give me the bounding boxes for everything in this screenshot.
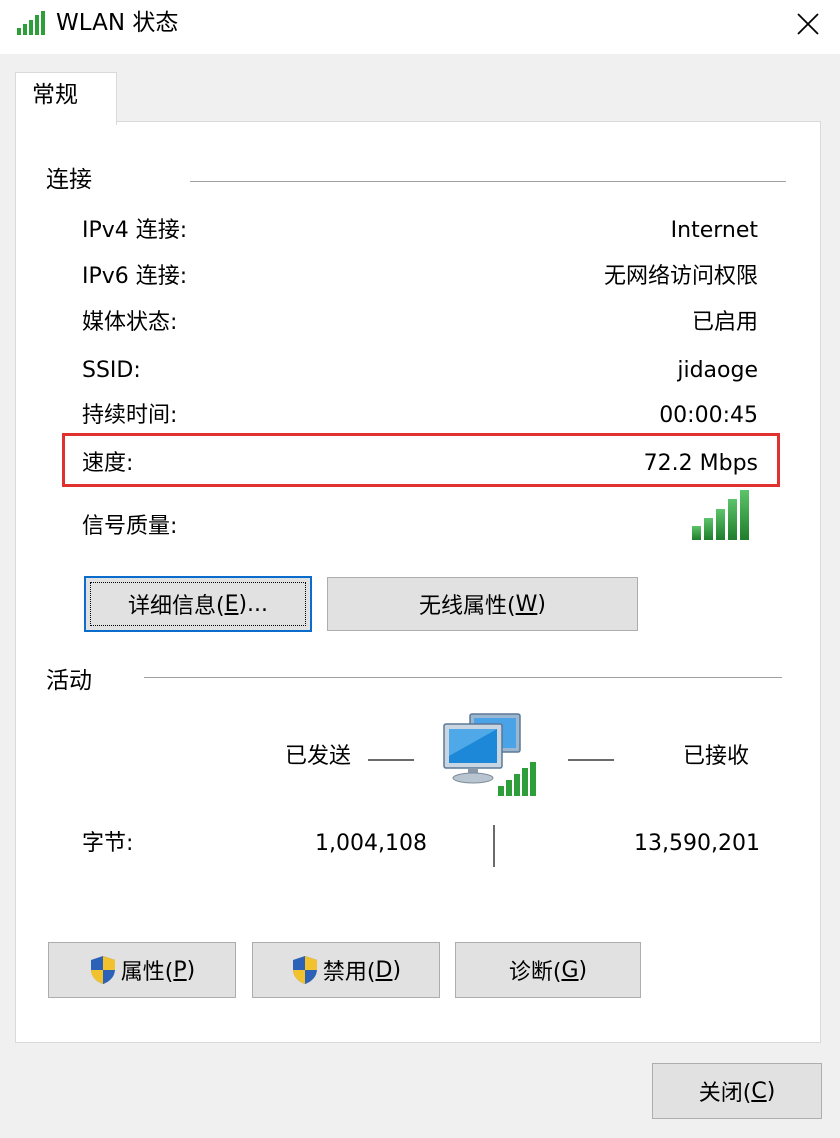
signal-quality-label: 信号质量:: [82, 514, 178, 539]
wifi-signal-icon: [16, 10, 50, 40]
ipv4-value: Internet: [670, 218, 758, 243]
tab-general-label: 常规: [32, 82, 78, 108]
network-computers-icon: [440, 708, 544, 804]
sent-dash: [368, 759, 414, 761]
uac-shield-icon: [292, 956, 317, 984]
properties-button[interactable]: 属性(P): [48, 942, 236, 998]
received-dash: [568, 759, 614, 761]
duration-value: 00:00:45: [659, 403, 758, 428]
disable-button-label: 禁用(: [322, 960, 376, 985]
bytes-divider: [493, 825, 495, 867]
diagnose-button[interactable]: 诊断(G): [455, 942, 641, 998]
bytes-sent-value: 1,004,108: [315, 831, 427, 856]
window-close-button[interactable]: [786, 6, 830, 42]
connection-section-divider: [190, 181, 786, 182]
close-button[interactable]: 关闭(C): [652, 1063, 822, 1119]
disable-button[interactable]: 禁用(D): [252, 942, 440, 998]
bytes-received-value: 13,590,201: [634, 831, 760, 856]
properties-button-label: 属性(: [120, 960, 174, 985]
ipv6-label: IPv6 连接:: [82, 264, 188, 289]
close-icon: [797, 13, 819, 35]
window-title: WLAN 状态: [56, 10, 179, 36]
activity-section-divider: [144, 677, 782, 678]
ipv4-label: IPv4 连接:: [82, 218, 188, 243]
received-label: 已接收: [683, 744, 750, 769]
diagnose-button-label: 诊断(: [508, 960, 562, 985]
details-button[interactable]: 详细信息(E)...: [84, 576, 312, 632]
bytes-label: 字节:: [82, 831, 134, 856]
sent-label: 已发送: [285, 744, 352, 769]
close-button-label: 关闭(: [698, 1081, 752, 1106]
signal-strength-icon: [690, 488, 752, 546]
duration-label: 持续时间:: [82, 403, 178, 428]
activity-section-title: 活动: [46, 668, 92, 694]
ipv6-value: 无网络访问权限: [603, 264, 758, 289]
uac-shield-icon: [90, 956, 115, 984]
media-state-label: 媒体状态:: [82, 310, 178, 335]
connection-section-title: 连接: [46, 167, 92, 193]
speed-value: 72.2 Mbps: [643, 451, 758, 476]
wireless-properties-button[interactable]: 无线属性(W): [327, 577, 638, 631]
ssid-label: SSID:: [82, 358, 141, 383]
ssid-value: jidaoge: [677, 358, 758, 383]
speed-label: 速度:: [82, 451, 134, 476]
media-state-value: 已启用: [691, 310, 758, 335]
wireless-properties-button-label: 无线属性(: [419, 594, 516, 619]
